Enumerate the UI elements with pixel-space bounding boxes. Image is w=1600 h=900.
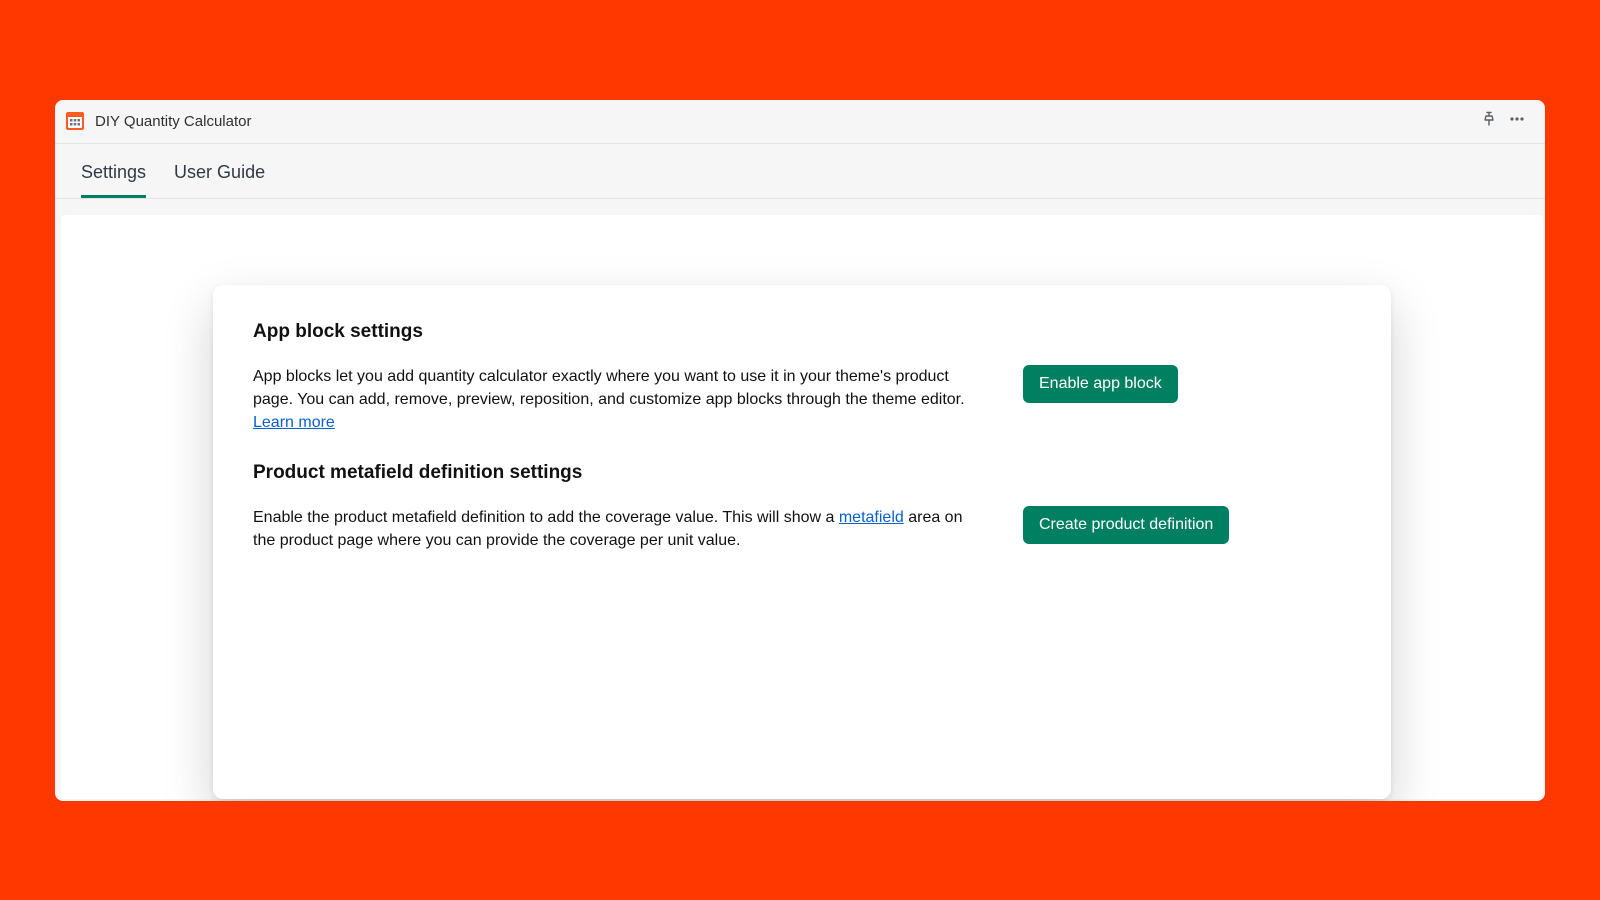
metafield-settings-title: Product metafield definition settings [253, 462, 1351, 484]
app-block-settings-title: App block settings [253, 321, 1351, 343]
pin-icon [1481, 111, 1497, 132]
content-stage: App block settings App blocks let you ad… [61, 215, 1543, 799]
metafield-link[interactable]: metafield [839, 509, 904, 526]
tabs: Settings User Guide [55, 144, 1545, 199]
app-title: DIY Quantity Calculator [95, 113, 251, 130]
settings-card: App block settings App blocks let you ad… [213, 285, 1391, 799]
metafield-settings-row: Enable the product metafield definition … [253, 506, 1351, 552]
app-icon [65, 111, 85, 131]
app-block-settings-text: App blocks let you add quantity calculat… [253, 365, 983, 435]
titlebar: DIY Quantity Calculator [55, 100, 1545, 144]
more-button[interactable] [1503, 107, 1531, 135]
app-block-settings-row: App blocks let you add quantity calculat… [253, 365, 1351, 435]
metafield-text-before: Enable the product metafield definition … [253, 509, 839, 526]
app-block-text-before: App blocks let you add quantity calculat… [253, 368, 965, 408]
create-product-definition-button[interactable]: Create product definition [1023, 506, 1229, 544]
app-frame: DIY Quantity Calculator Settings User Gu… [55, 100, 1545, 801]
more-icon [1508, 110, 1526, 133]
tab-user-guide[interactable]: User Guide [174, 162, 265, 198]
enable-app-block-button[interactable]: Enable app block [1023, 365, 1178, 403]
metafield-settings-text: Enable the product metafield definition … [253, 506, 983, 552]
tab-settings[interactable]: Settings [81, 162, 146, 198]
pin-button[interactable] [1475, 107, 1503, 135]
learn-more-link[interactable]: Learn more [253, 414, 335, 431]
